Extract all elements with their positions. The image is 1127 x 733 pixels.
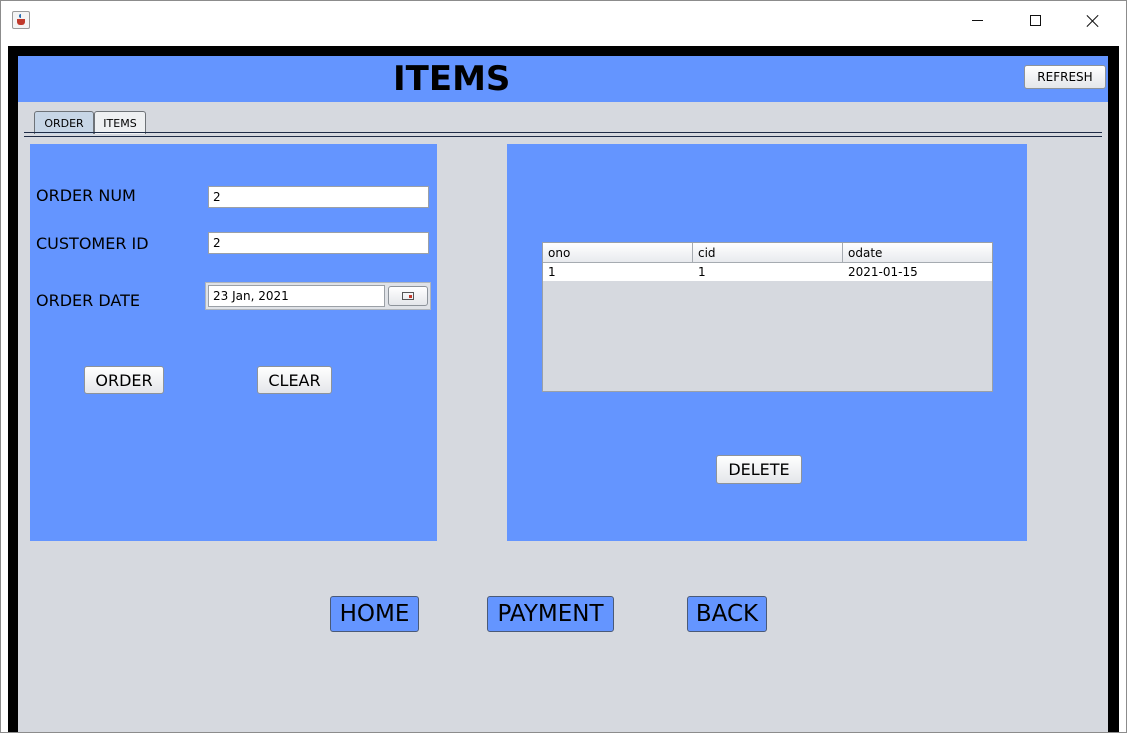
close-icon xyxy=(1086,14,1100,28)
orders-panel: ono cid odate 1 1 2021-01-15 DELETE xyxy=(507,144,1027,541)
maximize-button[interactable] xyxy=(1006,1,1064,40)
table-row[interactable]: 1 1 2021-01-15 xyxy=(543,263,992,281)
column-header-cid[interactable]: cid xyxy=(693,243,843,263)
order-button[interactable]: ORDER xyxy=(84,366,164,394)
window-frame: ITEMS REFRESH ORDER ITEMS ORDER NUM 2 CU… xyxy=(8,46,1119,732)
order-num-label: ORDER NUM xyxy=(36,186,136,205)
date-picker: 23 Jan, 2021 xyxy=(205,282,431,310)
clear-button[interactable]: CLEAR xyxy=(257,366,332,394)
order-form-panel: ORDER NUM 2 CUSTOMER ID 2 ORDER DATE 23 … xyxy=(30,144,437,541)
order-num-input[interactable]: 2 xyxy=(208,186,429,208)
java-cup-icon xyxy=(12,11,30,29)
tab-divider-lower xyxy=(24,136,1102,137)
customer-id-label: CUSTOMER ID xyxy=(36,234,149,253)
close-button[interactable] xyxy=(1064,1,1122,40)
page-title: ITEMS xyxy=(393,59,511,99)
order-date-input[interactable]: 23 Jan, 2021 xyxy=(208,285,385,307)
app-window: ITEMS REFRESH ORDER ITEMS ORDER NUM 2 CU… xyxy=(0,0,1127,733)
payment-button[interactable]: PAYMENT xyxy=(487,596,614,632)
maximize-icon xyxy=(1029,15,1041,26)
calendar-button[interactable] xyxy=(388,286,428,306)
header-bar: ITEMS REFRESH xyxy=(18,56,1108,102)
minimize-button[interactable] xyxy=(948,1,1006,40)
refresh-button[interactable]: REFRESH xyxy=(1024,65,1106,89)
calendar-icon xyxy=(402,292,414,300)
tab-items[interactable]: ITEMS xyxy=(94,111,146,134)
table-header: ono cid odate xyxy=(543,243,992,263)
table-cell: 1 xyxy=(548,265,556,279)
table-cell: 1 xyxy=(698,265,706,279)
tab-divider xyxy=(24,132,1102,133)
table-cell: 2021-01-15 xyxy=(848,265,918,279)
back-button[interactable]: BACK xyxy=(687,596,767,632)
title-bar xyxy=(1,1,1126,40)
tab-order[interactable]: ORDER xyxy=(34,111,94,134)
customer-id-input[interactable]: 2 xyxy=(208,232,429,254)
minimize-icon xyxy=(971,20,983,21)
column-header-ono[interactable]: ono xyxy=(543,243,693,263)
home-button[interactable]: HOME xyxy=(330,596,419,632)
content-area: ITEMS REFRESH ORDER ITEMS ORDER NUM 2 CU… xyxy=(18,56,1108,732)
delete-button[interactable]: DELETE xyxy=(716,455,802,484)
order-date-label: ORDER DATE xyxy=(36,291,140,310)
column-header-odate[interactable]: odate xyxy=(843,243,992,263)
orders-table[interactable]: ono cid odate 1 1 2021-01-15 xyxy=(542,242,993,392)
